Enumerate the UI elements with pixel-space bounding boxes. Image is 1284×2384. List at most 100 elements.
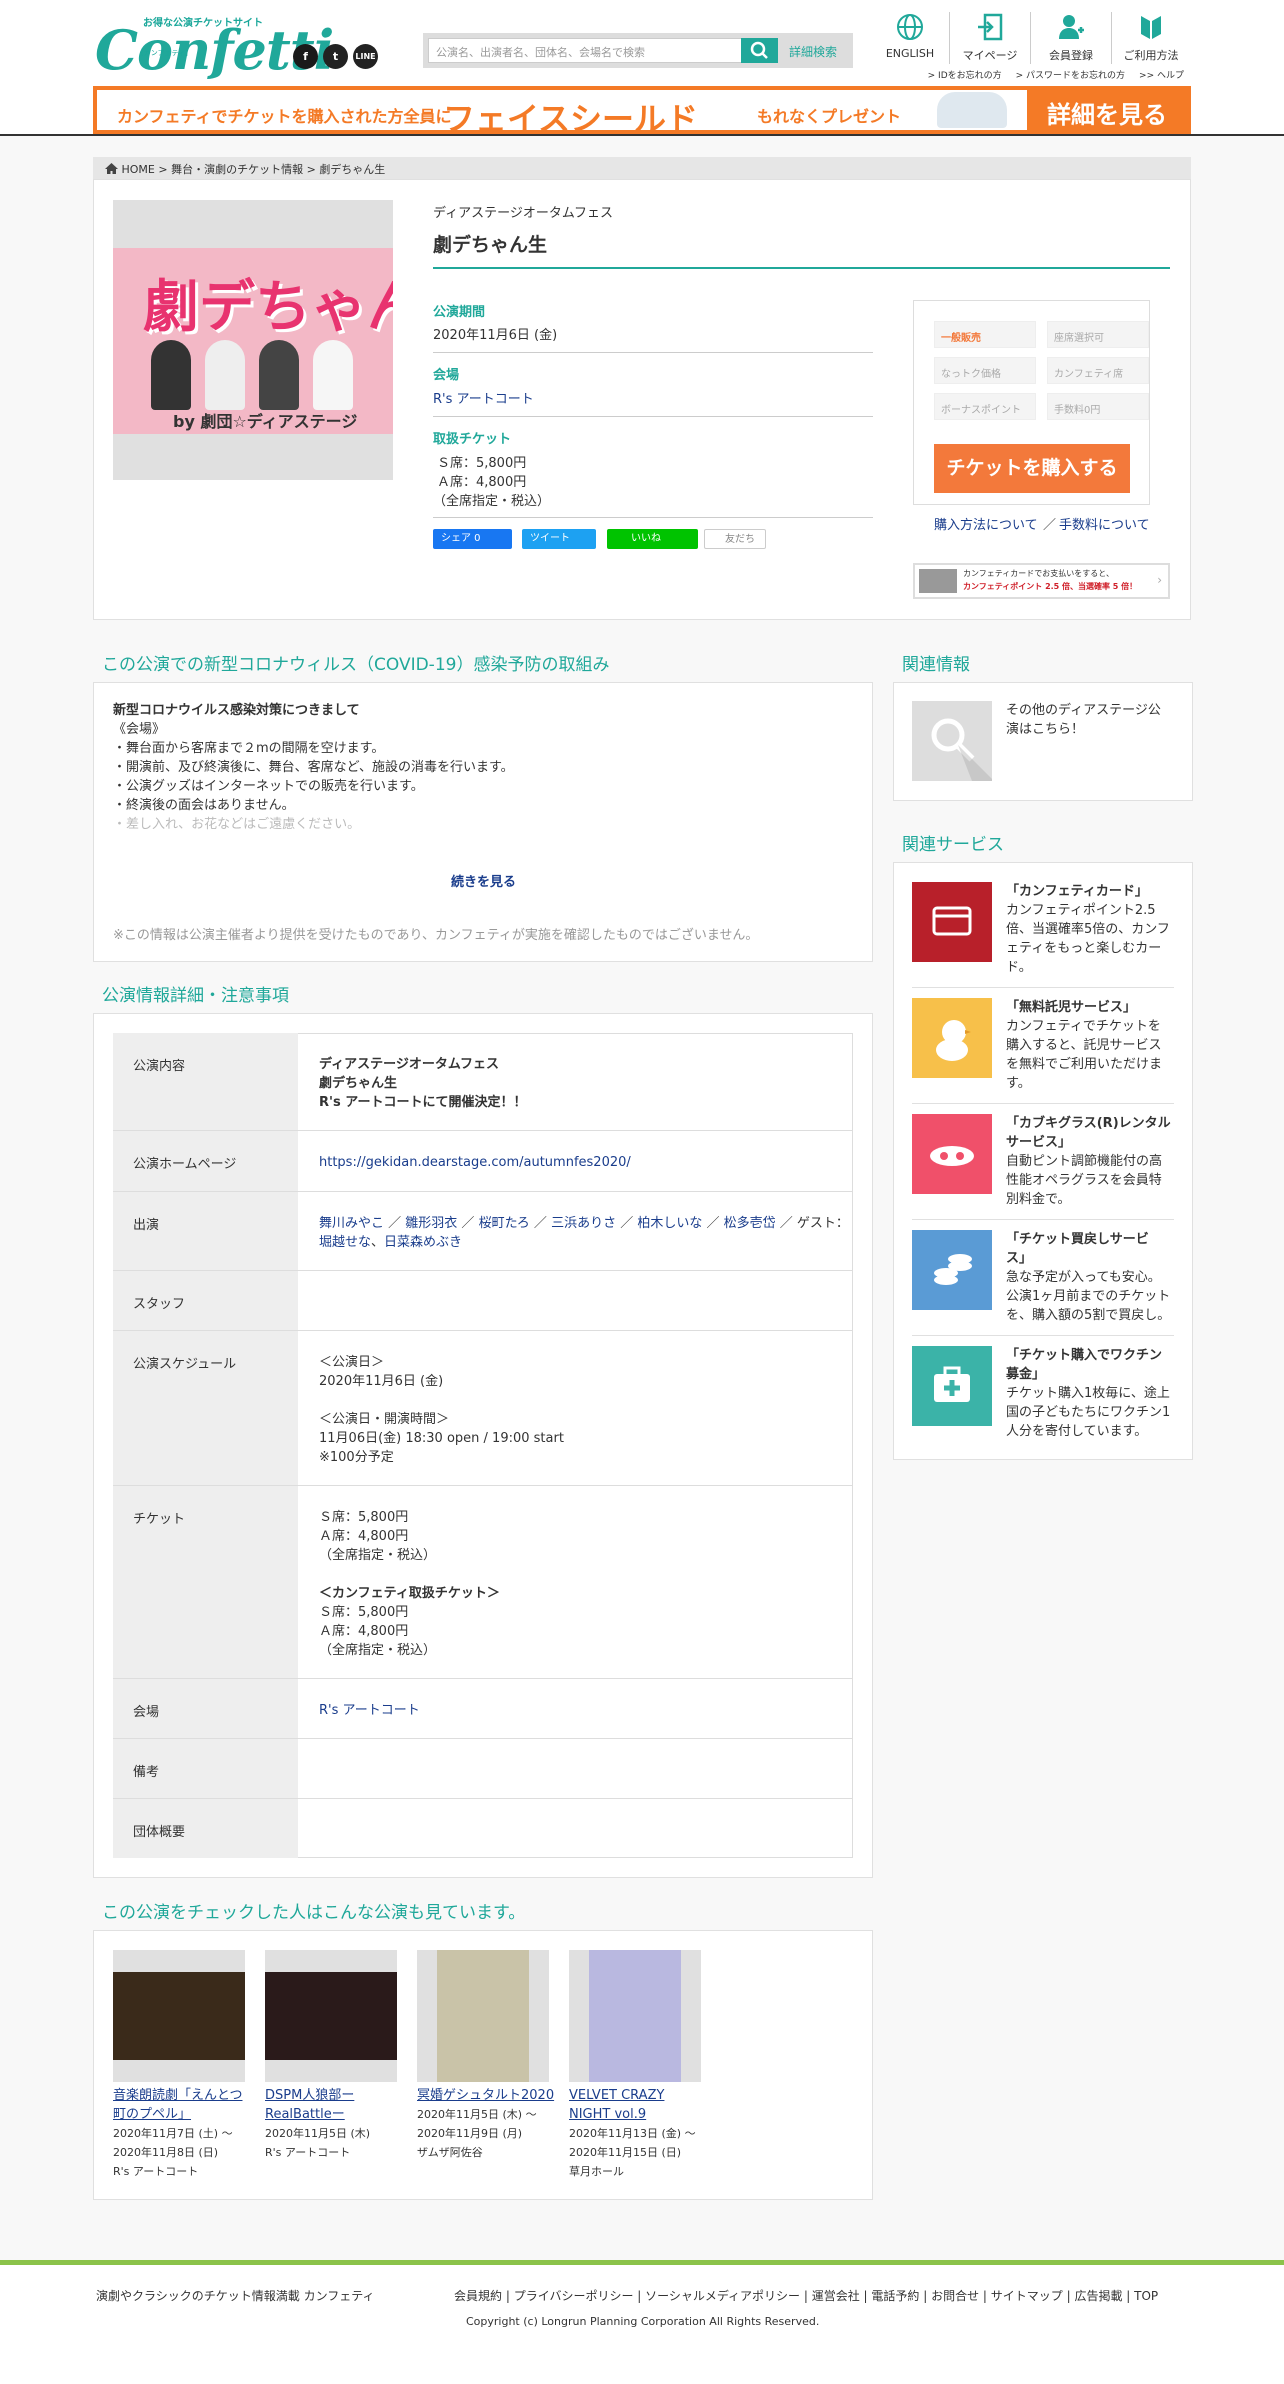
homepage-link[interactable]: https://gekidan.dearstage.com/autumnfes2… xyxy=(319,1153,631,1172)
related-info-text[interactable]: その他のディアステージ公 演はこちら！ xyxy=(1006,701,1161,739)
search-input[interactable]: 公演名、出演者名、団体名、会場名で検索 xyxy=(428,38,746,63)
coins-icon xyxy=(912,1230,992,1310)
nav-divider xyxy=(1111,12,1112,64)
service-card-item[interactable]: 「カンフェティカード」 カンフェティポイント2.5 倍、当選確率5倍の、カンフ ェテ… xyxy=(912,882,1174,992)
service-childcare-item[interactable]: 「無料託児サービス」 カンフェティでチケットを 購入すると、託児サービス を無料でご… xyxy=(912,998,1174,1108)
other-event-title[interactable]: VELVET CRAZY NIGHT vol.9 xyxy=(569,2086,664,2124)
table-row: 公演ホームページ https://gekidan.dearstage.com/a… xyxy=(113,1131,853,1192)
other-event-venue: 草月ホール xyxy=(569,2165,624,2178)
cast-link[interactable]: 三浜ありさ xyxy=(551,1216,616,1231)
search-button[interactable] xyxy=(741,38,778,63)
divider xyxy=(433,517,873,518)
other-event-title[interactable]: DSPM人狼部ー RealBattleー xyxy=(265,2086,354,2124)
help-link[interactable]: >> ヘルプ xyxy=(1139,71,1184,81)
nav-guide[interactable]: ご利用方法 xyxy=(1118,10,1184,65)
confetti-seat-chip: カンフェティ席 xyxy=(1047,357,1149,384)
other-event-item[interactable]: DSPM人狼部ー RealBattleー 2020年11月5日 (木) R's ア… xyxy=(265,1950,397,2159)
title-underline xyxy=(433,267,1170,269)
other-event-image xyxy=(417,1950,549,2082)
site-logo[interactable]: Confetti お得な公演チケットサイト [カンフェティ] xyxy=(95,12,334,82)
related-info-item[interactable] xyxy=(912,701,992,781)
face-shield-campaign-banner[interactable]: カンフェティでチケットを購入された方全員に フェイスシールド もれなくプレゼント… xyxy=(93,86,1191,134)
nav-english[interactable]: ENGLISH xyxy=(880,10,940,65)
event-title: 劇デちゃん生 xyxy=(433,234,548,256)
nav-mypage[interactable]: マイページ xyxy=(958,10,1022,65)
seat-select-chip: 座席選択可 xyxy=(1047,321,1149,348)
footer-links: 会員規約 | プライバシーポリシー | ソーシャルメディアポリシー | 運営会社… xyxy=(454,2289,1159,2303)
other-event-title[interactable]: 音楽朗読劇「えんとつ 町のプペル」 xyxy=(113,2086,242,2124)
tweet-button[interactable]: ツイート xyxy=(522,529,596,549)
performer-figure xyxy=(313,340,353,410)
how-to-buy-link[interactable]: 購入方法について xyxy=(934,514,1038,533)
guest-link[interactable]: 日菜森めぶき xyxy=(384,1235,462,1250)
service-vaccine-item[interactable]: 「チケット購入でワクチン 募金」 チケット購入1枚毎に、途上 国の子どもたちにワクチ… xyxy=(912,1346,1174,1456)
service-desc: 急な予定が入っても安心。 公演1ヶ月前までのチケット を、購入額の5割で買戻し。 xyxy=(1006,1270,1171,1323)
nav-register[interactable]: 会員登録 xyxy=(1040,10,1102,65)
search-icon xyxy=(931,718,992,781)
venue-link[interactable]: R's アートコート xyxy=(433,388,534,407)
site-footer: 演劇やクラシックのチケット情報満載 カンフェティ 会員規約 | プライバシーポリ… xyxy=(0,2260,1284,2384)
buy-ticket-button[interactable]: チケットを購入する xyxy=(934,444,1130,493)
ticket-label: 取扱チケット xyxy=(433,432,512,447)
remarks-label: 備考 xyxy=(113,1739,298,1798)
cast-link[interactable]: 桜町たろ xyxy=(479,1216,530,1231)
home-icon xyxy=(105,163,118,174)
read-more-link[interactable]: 続きを見る xyxy=(451,871,516,890)
event-main-image: 劇デちゃん生 by 劇団☆ディアステージ xyxy=(113,200,393,480)
footer-link[interactable]: 会員規約 xyxy=(454,2289,502,2303)
event-poster: 劇デちゃん生 by 劇団☆ディアステージ xyxy=(113,248,393,434)
other-event-title[interactable]: 冥婚ゲシュタルト2020 xyxy=(417,2086,554,2105)
breadcrumb-category[interactable]: 舞台・演劇のチケット情報 xyxy=(171,163,303,176)
fee-info-link[interactable]: 手数料について xyxy=(1059,514,1150,533)
footer-link[interactable]: プライバシーポリシー xyxy=(514,2289,634,2303)
cast-link[interactable]: 雛形羽衣 xyxy=(405,1216,457,1231)
guest-link[interactable]: 堀越せな xyxy=(319,1235,371,1250)
service-glasses-item[interactable]: 「カブキグラス(R)レンタル サービス」 自動ピント調節機能付の高 性能オペラグラス… xyxy=(912,1114,1174,1224)
footer-link[interactable]: 広告掲載 xyxy=(1074,2289,1122,2303)
line-friend-button[interactable]: 友だち xyxy=(704,529,766,549)
line-icon[interactable]: LINE xyxy=(353,44,378,69)
site-header: Confetti お得な公演チケットサイト [カンフェティ] f t LINE … xyxy=(0,0,1284,136)
other-event-item[interactable]: VELVET CRAZY NIGHT vol.9 2020年11月13日 (金) … xyxy=(569,1950,701,2178)
services-heading: 関連サービス xyxy=(902,835,1004,855)
discount-chip: なっトク価格 xyxy=(934,357,1036,384)
divider xyxy=(433,352,873,353)
service-title: 「無料託児サービス」 xyxy=(1006,1000,1137,1015)
cast-link[interactable]: 松多壱岱 xyxy=(724,1216,776,1231)
other-event-item[interactable]: 音楽朗読劇「えんとつ 町のプペル」 2020年11月7日 (土) ～ 2020年11… xyxy=(113,1950,245,2178)
venue-detail-link[interactable]: R's アートコート xyxy=(319,1701,420,1720)
forgot-password-link[interactable]: > パスワードをお忘れの方 xyxy=(1016,71,1125,81)
schedule-line: ＜公演日＞ xyxy=(319,1355,385,1370)
nav-english-label: ENGLISH xyxy=(885,47,935,60)
copyright: Copyright (c) Longrun Planning Corporati… xyxy=(466,2315,820,2328)
breadcrumb: HOME > 舞台・演劇のチケット情報 > 劇デちゃん生 xyxy=(93,157,1191,179)
cast-list: 舞川みやこ ／ 雛形羽衣 ／ 桜町たろ ／ 三浜ありさ ／ 柏木しいな ／ 松多… xyxy=(319,1216,849,1250)
line-like-button[interactable]: いいね xyxy=(607,529,698,549)
forgot-id-link[interactable]: > IDをお忘れの方 xyxy=(928,71,1002,81)
footer-link[interactable]: 電話予約 xyxy=(871,2289,919,2303)
venue-label: 会場 xyxy=(433,368,460,383)
other-event-item[interactable]: 冥婚ゲシュタルト2020 2020年11月5日 (木) ～ 2020年11月9日 … xyxy=(417,1950,554,2159)
footer-link[interactable]: お問合せ xyxy=(931,2289,979,2303)
breadcrumb-home[interactable]: HOME xyxy=(122,163,155,176)
cast-link[interactable]: 柏木しいな xyxy=(637,1216,702,1231)
twitter-icon[interactable]: t xyxy=(323,44,348,69)
footer-link[interactable]: 運営会社 xyxy=(812,2289,860,2303)
other-event-image xyxy=(265,1950,397,2082)
cast-link[interactable]: 舞川みやこ xyxy=(319,1216,384,1231)
footer-link[interactable]: サイトマップ xyxy=(991,2289,1063,2303)
facebook-share-button[interactable]: シェア 0 xyxy=(433,529,512,549)
service-buyback-item[interactable]: 「チケット買戻しサービ ス」 急な予定が入っても安心。 公演1ヶ月前までのチケットを… xyxy=(912,1230,1174,1340)
footer-link[interactable]: TOP xyxy=(1134,2289,1158,2303)
table-row: 備考 xyxy=(113,1739,853,1799)
covid-title: 新型コロナウイルス感染対策につきまして xyxy=(113,703,360,718)
footer-link[interactable]: ソーシャルメディアポリシー xyxy=(645,2289,800,2303)
facebook-icon[interactable]: f xyxy=(293,44,318,69)
detail-search-link[interactable]: 詳細検索 xyxy=(789,43,837,60)
line-friend-label: 友だち xyxy=(725,534,755,545)
ticket-detail-value: Ｓ席：5,800円 Ａ席：4,800円 （全席指定・税込） ＜カンフェティ取扱チ… xyxy=(319,1508,500,1660)
divider xyxy=(912,1335,1174,1336)
ticket-s-price: Ｓ席：5,800円 xyxy=(437,456,527,471)
confetti-card-banner[interactable]: カンフェティカードでお支払いをすると、 カンフェティポイント 2.5 倍、当選確… xyxy=(913,563,1170,599)
performer-figure xyxy=(205,340,245,410)
